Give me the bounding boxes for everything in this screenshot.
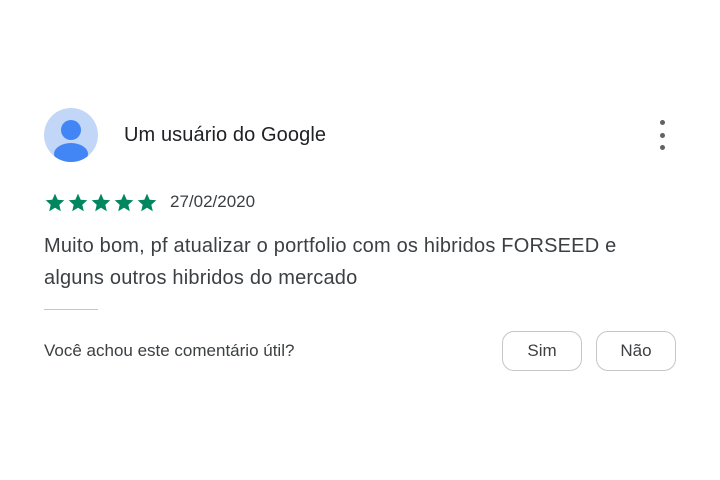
helpful-yes-button[interactable]: Sim — [502, 331, 582, 371]
avatar — [44, 108, 98, 162]
helpful-no-button[interactable]: Não — [596, 331, 676, 371]
review-text: Muito bom, pf atualizar o portfolio com … — [44, 235, 617, 289]
more-vert-icon[interactable] — [654, 120, 670, 150]
star-icon — [113, 192, 135, 213]
helpful-question: Você achou este comentário útil? — [44, 341, 295, 360]
divider — [44, 309, 98, 310]
helpful-row: Você achou este comentário útil? Sim Não — [44, 331, 676, 371]
review-card: Um usuário do Google 27/02/2020 Muito bo… — [0, 0, 720, 480]
star-icon — [136, 192, 158, 213]
person-avatar-icon — [54, 120, 88, 162]
star-icon — [44, 192, 66, 213]
star-icon — [90, 192, 112, 213]
rating-row: 27/02/2020 — [44, 190, 255, 214]
review-header: Um usuário do Google — [44, 106, 684, 164]
star-rating — [44, 192, 158, 213]
review-author: Um usuário do Google — [124, 123, 327, 146]
star-icon — [67, 192, 89, 213]
review-date: 27/02/2020 — [170, 192, 256, 211]
